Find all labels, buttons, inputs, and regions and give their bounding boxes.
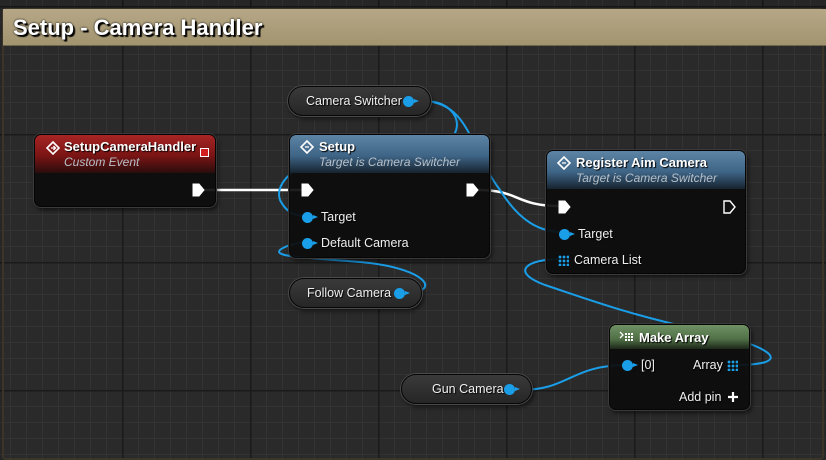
follow-camera-label: Follow Camera: [307, 286, 392, 300]
register-target-pin[interactable]: [559, 229, 575, 240]
make-array-icon: [619, 331, 633, 341]
camera-switcher-variable-node[interactable]: Camera Switcher: [288, 86, 431, 116]
event-diamond-icon: [46, 141, 60, 155]
function-diamond-icon: [300, 140, 314, 154]
setup-subtitle: Target is Camera Switcher: [319, 155, 460, 169]
gun-camera-out-pin[interactable]: [504, 384, 520, 395]
register-aim-camera-title: Register Aim Camera: [576, 155, 708, 170]
setup-target-label: Target: [321, 210, 356, 224]
setup-default-camera-pin[interactable]: [302, 238, 318, 249]
register-target-label: Target: [578, 227, 613, 241]
follow-camera-variable-node[interactable]: Follow Camera: [289, 278, 422, 308]
gun-camera-label: Gun Camera: [432, 382, 504, 396]
register-exec-out-pin[interactable]: [723, 200, 736, 214]
register-camera-list-pin[interactable]: [558, 255, 569, 266]
camera-switcher-label: Camera Switcher: [306, 94, 402, 108]
setup-exec-in-pin[interactable]: [301, 183, 314, 197]
add-pin-label: Add pin: [679, 390, 722, 404]
make-array-output-pin[interactable]: [727, 360, 738, 371]
setup-function-node[interactable]: Setup Target is Camera Switcher Target D…: [289, 134, 490, 258]
custom-event-node[interactable]: SetupCameraHandler Custom Event: [34, 134, 216, 207]
setup-exec-out-pin[interactable]: [466, 183, 479, 197]
follow-camera-out-pin[interactable]: [394, 288, 410, 299]
make-array-in0-pin[interactable]: [622, 360, 638, 371]
make-array-node[interactable]: Make Array [0] Array Add pin: [609, 324, 750, 410]
make-array-title: Make Array: [639, 330, 709, 345]
make-array-output-label: Array: [693, 358, 723, 372]
setup-target-pin[interactable]: [302, 212, 318, 223]
setup-title: Setup: [319, 139, 356, 154]
register-aim-camera-node[interactable]: Register Aim Camera Target is Camera Swi…: [546, 150, 746, 274]
make-array-in0-label: [0]: [641, 358, 655, 372]
setup-default-camera-label: Default Camera: [321, 236, 409, 250]
register-aim-camera-subtitle: Target is Camera Switcher: [576, 171, 717, 185]
function-diamond-icon: [557, 156, 571, 170]
custom-event-subtitle: Custom Event: [64, 155, 140, 169]
register-camera-list-label: Camera List: [574, 253, 642, 267]
custom-event-title: SetupCameraHandler: [64, 139, 197, 154]
exec-out-pin[interactable]: [192, 183, 205, 197]
camera-switcher-out-pin[interactable]: [403, 96, 419, 107]
gun-camera-variable-node[interactable]: Gun Camera: [401, 374, 532, 404]
register-exec-in-pin[interactable]: [558, 200, 571, 214]
event-delegate-pin[interactable]: [200, 148, 209, 157]
plus-icon[interactable]: [727, 391, 739, 403]
